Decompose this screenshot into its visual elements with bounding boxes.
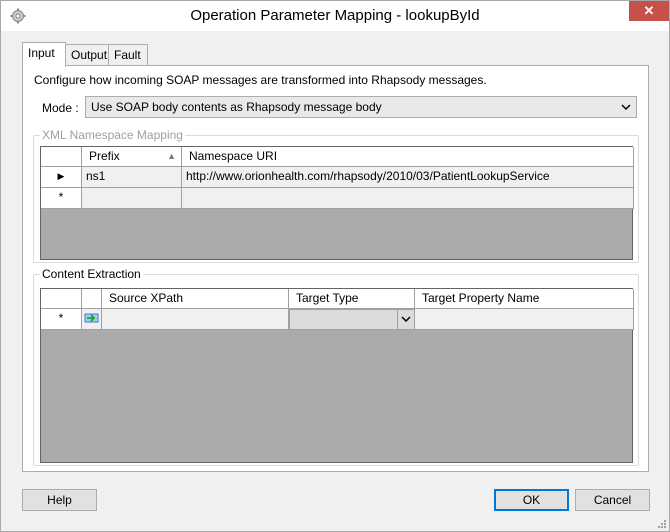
cell-namespace-uri[interactable]: http://www.orionhealth.com/rhapsody/2010… bbox=[182, 167, 634, 188]
row-image-cell[interactable] bbox=[82, 309, 102, 330]
new-row-cell-prefix[interactable] bbox=[82, 188, 182, 209]
row-header-current[interactable]: ▶ bbox=[41, 167, 82, 188]
new-row-cell-source-xpath[interactable] bbox=[102, 309, 289, 330]
namespace-mapping-title: XML Namespace Mapping bbox=[40, 128, 185, 142]
tab-fault-label: Fault bbox=[114, 48, 141, 62]
grid-corner-header bbox=[41, 289, 82, 309]
input-tab-panel: Configure how incoming SOAP messages are… bbox=[22, 65, 649, 472]
row-header-new[interactable]: * bbox=[41, 188, 82, 209]
help-button[interactable]: Help bbox=[22, 489, 97, 511]
content-extraction-title: Content Extraction bbox=[40, 267, 143, 281]
close-icon: ✕ bbox=[643, 3, 655, 18]
namespace-mapping-group: XML Namespace Mapping Prefix ▲ Namespace… bbox=[33, 128, 639, 263]
column-header-source-xpath[interactable]: Source XPath bbox=[102, 289, 289, 309]
namespace-mapping-grid[interactable]: Prefix ▲ Namespace URI ▶ ns1 http://www.… bbox=[40, 146, 634, 260]
window-title: Operation Parameter Mapping - lookupById bbox=[190, 7, 480, 24]
content-extraction-group: Content Extraction Source XPath Target T… bbox=[33, 267, 639, 466]
new-row-cell-namespace-uri[interactable] bbox=[182, 188, 634, 209]
cancel-button[interactable]: Cancel bbox=[575, 489, 650, 511]
help-button-label: Help bbox=[47, 493, 72, 507]
column-header-prefix[interactable]: Prefix ▲ bbox=[82, 147, 182, 167]
target-type-dropdown[interactable] bbox=[289, 309, 415, 330]
cell-prefix-value: ns1 bbox=[86, 169, 106, 183]
input-description: Configure how incoming SOAP messages are… bbox=[34, 73, 487, 87]
new-row-cell-target-property-name[interactable] bbox=[415, 309, 634, 330]
title-bar[interactable]: Operation Parameter Mapping - lookupById… bbox=[1, 1, 669, 31]
dialog-window: Operation Parameter Mapping - lookupById… bbox=[0, 0, 670, 532]
cell-prefix[interactable]: ns1 bbox=[82, 167, 182, 188]
cell-namespace-uri-value: http://www.orionhealth.com/rhapsody/2010… bbox=[186, 169, 550, 183]
mode-selected-value: Use SOAP body contents as Rhapsody messa… bbox=[91, 100, 382, 114]
column-header-target-type[interactable]: Target Type bbox=[289, 289, 415, 309]
cancel-button-label: Cancel bbox=[593, 493, 632, 507]
tab-input[interactable]: Input bbox=[22, 42, 66, 67]
column-header-namespace-uri-label: Namespace URI bbox=[189, 149, 278, 163]
content-extraction-grid[interactable]: Source XPath Target Type Target Property… bbox=[40, 288, 634, 463]
mode-label: Mode : bbox=[42, 101, 79, 115]
close-button[interactable]: ✕ bbox=[629, 1, 669, 21]
insert-arrow-icon bbox=[84, 313, 99, 323]
column-header-prefix-label: Prefix bbox=[89, 149, 120, 163]
tab-fault[interactable]: Fault bbox=[108, 44, 148, 66]
ok-button[interactable]: OK bbox=[494, 489, 569, 511]
column-header-target-property-name-label: Target Property Name bbox=[422, 291, 540, 305]
row-header-new[interactable]: * bbox=[41, 309, 82, 330]
column-header-namespace-uri[interactable]: Namespace URI bbox=[182, 147, 634, 167]
chevron-down-icon bbox=[397, 310, 414, 329]
resize-grip-icon[interactable] bbox=[657, 519, 667, 529]
tab-output-label: Output bbox=[71, 48, 108, 62]
chevron-down-icon bbox=[619, 97, 633, 117]
sort-ascending-icon: ▲ bbox=[167, 151, 176, 161]
new-row-marker: * bbox=[58, 311, 64, 325]
tab-output[interactable]: Output bbox=[65, 44, 109, 66]
column-header-target-type-label: Target Type bbox=[296, 291, 359, 305]
current-row-arrow-icon: ▶ bbox=[57, 171, 65, 181]
tab-input-label: Input bbox=[28, 46, 55, 60]
grid-corner-header bbox=[41, 147, 82, 167]
new-row-marker: * bbox=[58, 190, 64, 204]
mode-dropdown[interactable]: Use SOAP body contents as Rhapsody messa… bbox=[85, 96, 637, 118]
ok-button-label: OK bbox=[522, 493, 541, 507]
column-header-target-property-name[interactable]: Target Property Name bbox=[415, 289, 634, 309]
column-header-icon bbox=[82, 289, 102, 309]
column-header-source-xpath-label: Source XPath bbox=[109, 291, 184, 305]
